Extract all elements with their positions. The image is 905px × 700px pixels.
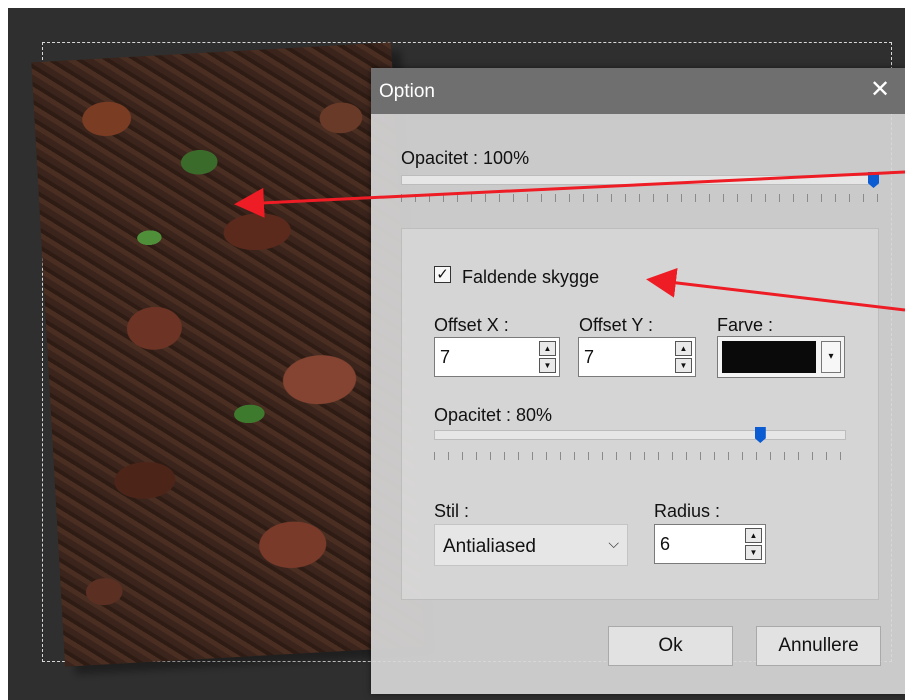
style-select-value: Antialiased xyxy=(443,536,536,557)
spin-up-icon[interactable]: ▲ xyxy=(745,528,762,543)
ok-button[interactable]: Ok xyxy=(608,626,733,666)
opacity-slider-ticks xyxy=(401,194,879,202)
dialog-titlebar[interactable]: Option ✕ xyxy=(371,68,905,114)
color-picker[interactable]: ▾ xyxy=(717,336,845,378)
offset-y-spinner: ▲ ▼ xyxy=(675,341,692,373)
drop-shadow-checkbox[interactable]: ✓ xyxy=(434,266,451,283)
spin-up-icon[interactable]: ▲ xyxy=(539,341,556,356)
photo-leaves[interactable] xyxy=(31,42,425,667)
shadow-opacity-slider-ticks xyxy=(434,452,846,460)
shadow-opacity-slider[interactable] xyxy=(434,430,846,440)
offset-y-field[interactable]: 7 ▲ ▼ xyxy=(578,337,696,377)
dialog-title: Option xyxy=(379,81,435,102)
offset-x-label: Offset X : xyxy=(434,315,509,335)
spin-down-icon[interactable]: ▼ xyxy=(745,545,762,560)
offset-y-label: Offset Y : xyxy=(579,315,654,335)
shadow-opacity-label: Opacitet : 80% xyxy=(434,405,553,425)
offset-y-value[interactable]: 7 xyxy=(584,347,594,368)
radius-field[interactable]: 6 ▲ ▼ xyxy=(654,524,766,564)
color-label: Farve : xyxy=(717,315,774,335)
opacity-slider-thumb[interactable] xyxy=(868,172,879,188)
offset-x-spinner: ▲ ▼ xyxy=(539,341,556,373)
drop-shadow-label[interactable]: Faldende skygge xyxy=(462,267,599,288)
option-dialog: Option ✕ Opacitet : 100% ✓ Faldende skyg… xyxy=(371,68,905,694)
spin-down-icon[interactable]: ▼ xyxy=(539,358,556,373)
style-select[interactable]: Antialiased ⌵ xyxy=(434,524,628,566)
opacity-slider[interactable] xyxy=(401,175,879,185)
cancel-button[interactable]: Annullere xyxy=(756,626,881,666)
offset-x-field[interactable]: 7 ▲ ▼ xyxy=(434,337,560,377)
chevron-down-icon: ⌵ xyxy=(608,535,619,551)
opacity-label: Opacitet : 100% xyxy=(401,148,530,168)
color-swatch[interactable] xyxy=(722,341,816,373)
dropdown-arrow-icon[interactable]: ▾ xyxy=(821,341,841,373)
radius-spinner: ▲ ▼ xyxy=(745,528,762,560)
radius-value[interactable]: 6 xyxy=(660,534,670,555)
offset-x-value[interactable]: 7 xyxy=(440,347,450,368)
spin-up-icon[interactable]: ▲ xyxy=(675,341,692,356)
close-icon[interactable]: ✕ xyxy=(855,68,905,114)
radius-label: Radius : xyxy=(654,501,721,521)
spin-down-icon[interactable]: ▼ xyxy=(675,358,692,373)
style-label: Stil : xyxy=(434,501,470,521)
